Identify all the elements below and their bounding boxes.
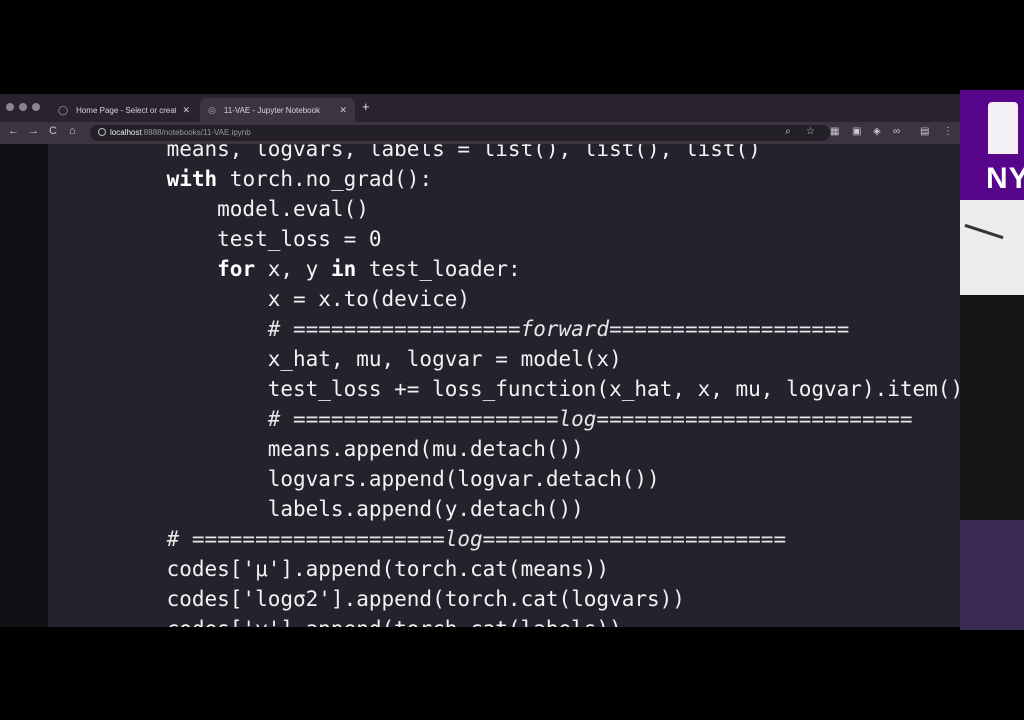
url-path: :8888/notebooks/11-VAE.ipynb	[141, 128, 251, 137]
torch-icon	[988, 102, 1018, 154]
code-line: # ==================forward=============…	[116, 314, 960, 344]
back-icon[interactable]: ←	[8, 125, 19, 137]
minimize-window-dot[interactable]	[19, 103, 27, 111]
code-line: x_hat, mu, logvar = model(x)	[116, 344, 960, 374]
code-line: codes['y'].append(torch.cat(labels))	[116, 614, 960, 627]
address-bar-row: ← → C ⌂ localhost:8888/notebooks/11-VAE.…	[0, 122, 960, 144]
code-token: test_loss = 0	[116, 227, 382, 251]
maximize-window-dot[interactable]	[32, 103, 40, 111]
code-token: logvars.append(logvar.detach())	[116, 467, 660, 491]
code-line: labels.append(y.detach())	[116, 494, 960, 524]
code-token: codes['y'].append(torch.cat(labels))	[116, 617, 622, 627]
zoom-icon[interactable]: ⌕	[785, 126, 791, 137]
url-host: localhost	[110, 128, 142, 137]
code-token: x = x.to(device)	[116, 287, 471, 311]
code-comment: # ==================forward=============…	[116, 317, 850, 341]
window-controls	[6, 103, 40, 111]
webcam-sidebar: NYU	[960, 90, 1024, 630]
extension-icon[interactable]: ▦	[830, 126, 839, 137]
code-token: means, logvars, labels = list(), list(),…	[116, 144, 761, 161]
sidebar-bottom	[960, 520, 1024, 630]
extension-icon[interactable]: ◈	[873, 126, 881, 137]
tab-jupyter-notebook[interactable]: ◎ 11-VAE - Jupyter Notebook ✕	[200, 98, 355, 122]
code-line: codes['μ'].append(torch.cat(means))	[116, 554, 960, 584]
url-field[interactable]: localhost:8888/notebooks/11-VAE.ipynb	[90, 125, 830, 141]
code-keyword: in	[330, 257, 357, 281]
code-token: means.append(mu.detach())	[116, 437, 584, 461]
extension-icon[interactable]: ▣	[852, 126, 861, 137]
forward-icon[interactable]: →	[28, 125, 39, 137]
code-token: codes['μ'].append(torch.cat(means))	[116, 557, 610, 581]
reload-icon[interactable]: C	[49, 125, 57, 137]
close-icon[interactable]: ✕	[182, 105, 190, 116]
code-cell[interactable]: means, logvars, labels = list(), list(),…	[48, 144, 960, 627]
tab-title: 11-VAE - Jupyter Notebook	[223, 105, 321, 115]
code-token: test_loader:	[356, 257, 521, 281]
home-icon[interactable]: ⌂	[69, 125, 76, 137]
info-icon[interactable]	[98, 128, 106, 136]
code-line: means, logvars, labels = list(), list(),…	[116, 144, 960, 164]
notebook-area: means, logvars, labels = list(), list(),…	[0, 144, 960, 627]
code-line: means.append(mu.detach())	[116, 434, 960, 464]
code-token: x_hat, mu, logvar = model(x)	[116, 347, 622, 371]
nyu-logo: NYU	[960, 90, 1024, 200]
close-icon[interactable]: ✕	[339, 105, 347, 116]
code-line: for x, y in test_loader:	[116, 254, 960, 284]
circle-icon: ◯	[58, 104, 69, 115]
logo-text: NYU	[986, 162, 1024, 195]
code-line: with torch.no_grad():	[116, 164, 960, 194]
close-window-dot[interactable]	[6, 103, 14, 111]
code-token: x, y	[255, 257, 331, 281]
code-line: test_loss += loss_function(x_hat, x, mu,…	[116, 374, 960, 404]
code-keyword: for	[217, 257, 256, 281]
code-line: # ====================log===============…	[116, 524, 960, 554]
jupyter-icon: ◎	[208, 104, 216, 115]
menu-icon[interactable]: ⋮	[943, 126, 953, 137]
code-line: model.eval()	[116, 194, 960, 224]
code-comment: # =====================log==============…	[116, 407, 913, 431]
tab-home-page[interactable]: ◯ Home Page - Select or create a ✕	[50, 98, 198, 122]
code-line: codes['logσ2'].append(torch.cat(logvars)…	[116, 584, 960, 614]
speaker-video-dark	[960, 295, 1024, 520]
code-line: # =====================log==============…	[116, 404, 960, 434]
code-token: model.eval()	[116, 197, 369, 221]
extension-icon[interactable]: ▤	[920, 126, 929, 137]
code-line: test_loss = 0	[116, 224, 960, 254]
code-token: torch.no_grad():	[217, 167, 433, 191]
code-keyword: with	[166, 167, 218, 191]
code-comment: # ====================log===============…	[116, 527, 787, 551]
browser-window: ◯ Home Page - Select or create a ✕ ◎ 11-…	[0, 94, 960, 627]
code-token: codes['logσ2'].append(torch.cat(logvars)…	[116, 587, 685, 611]
new-tab-button[interactable]: +	[362, 99, 370, 114]
code-line: logvars.append(logvar.detach())	[116, 464, 960, 494]
bookmark-star-icon[interactable]: ☆	[806, 126, 815, 137]
extension-icon[interactable]: ∞	[893, 126, 900, 137]
code-token: labels.append(y.detach())	[116, 497, 584, 521]
code-token: test_loss += loss_function(x_hat, x, mu,…	[116, 377, 960, 401]
tab-title: Home Page - Select or create a	[76, 105, 176, 115]
tab-bar: ◯ Home Page - Select or create a ✕ ◎ 11-…	[0, 94, 960, 122]
code-editor[interactable]: means, logvars, labels = list(), list(),…	[116, 144, 960, 627]
code-line: x = x.to(device)	[116, 284, 960, 314]
